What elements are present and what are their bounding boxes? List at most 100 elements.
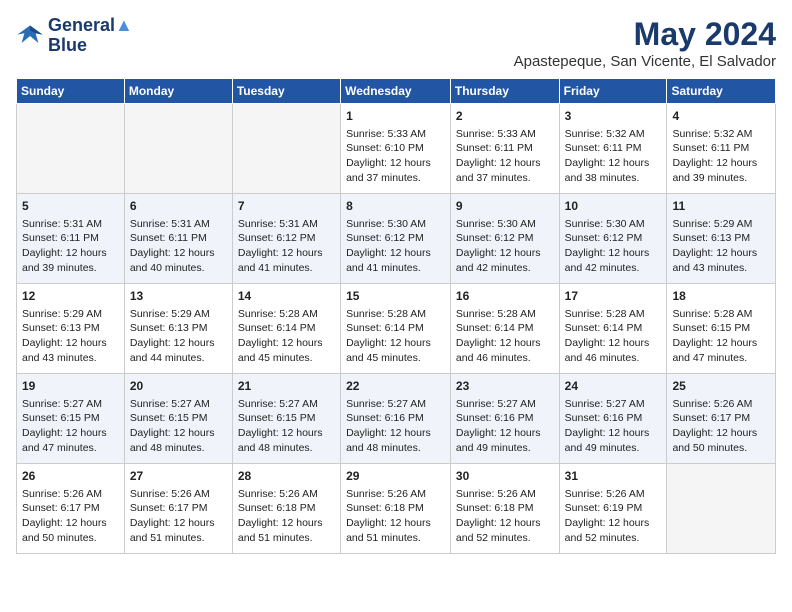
- day-number: 6: [130, 198, 227, 215]
- calendar-cell: 3Sunrise: 5:32 AM Sunset: 6:11 PM Daylig…: [559, 104, 667, 194]
- day-info: Sunrise: 5:31 AM Sunset: 6:11 PM Dayligh…: [130, 217, 227, 276]
- calendar-week-1: 1 Sunrise: 5:33 AM Sunset: 6:10 PM Daylig…: [17, 104, 776, 194]
- day-number: 31: [565, 468, 662, 485]
- calendar-cell: 26 Sunrise: 5:26 AM Sunset: 6:17 PM Dayli…: [17, 464, 125, 554]
- weekday-header-tuesday: Tuesday: [232, 79, 340, 104]
- calendar-cell: 15 Sunrise: 5:28 AM Sunset: 6:14 PM Dayli…: [341, 284, 451, 374]
- day-info: Sunrise: 5:28 AM Sunset: 6:14 PM Dayligh…: [456, 307, 554, 366]
- day-info: Sunrise: 5:29 AM Sunset: 6:13 PM Dayligh…: [672, 217, 770, 276]
- calendar-cell: 23Sunrise: 5:27 AM Sunset: 6:16 PM Dayli…: [450, 374, 559, 464]
- day-info: Sunrise: 5:27 AM Sunset: 6:16 PM Dayligh…: [456, 397, 554, 456]
- month-year: May 2024: [514, 16, 776, 53]
- weekday-header-wednesday: Wednesday: [341, 79, 451, 104]
- calendar-cell: 19 Sunrise: 5:27 AM Sunset: 6:15 PM Dayli…: [17, 374, 125, 464]
- calendar-cell: 28 Sunrise: 5:26 AM Sunset: 6:18 PM Dayli…: [232, 464, 340, 554]
- day-number: 30: [456, 468, 554, 485]
- calendar-cell: 7Sunrise: 5:31 AM Sunset: 6:12 PM Daylig…: [232, 194, 340, 284]
- calendar-cell: 11 Sunrise: 5:29 AM Sunset: 6:13 PM Dayli…: [667, 194, 776, 284]
- day-info: Sunrise: 5:26 AM Sunset: 6:18 PM Dayligh…: [346, 487, 445, 546]
- day-info: Sunrise: 5:27 AM Sunset: 6:15 PM Dayligh…: [238, 397, 335, 456]
- day-info: Sunrise: 5:32 AM Sunset: 6:11 PM Dayligh…: [672, 127, 770, 186]
- logo-icon: [16, 22, 44, 50]
- day-number: 2: [456, 108, 554, 125]
- day-info: Sunrise: 5:27 AM Sunset: 6:15 PM Dayligh…: [22, 397, 119, 456]
- day-number: 13: [130, 288, 227, 305]
- day-info: Sunrise: 5:28 AM Sunset: 6:14 PM Dayligh…: [346, 307, 445, 366]
- day-number: 28: [238, 468, 335, 485]
- day-info: Sunrise: 5:31 AM Sunset: 6:11 PM Dayligh…: [22, 217, 119, 276]
- day-number: 17: [565, 288, 662, 305]
- day-number: 22: [346, 378, 445, 395]
- day-number: 26: [22, 468, 119, 485]
- day-number: 19: [22, 378, 119, 395]
- day-info: Sunrise: 5:28 AM Sunset: 6:14 PM Dayligh…: [565, 307, 662, 366]
- weekday-header-monday: Monday: [124, 79, 232, 104]
- calendar-cell: 13 Sunrise: 5:29 AM Sunset: 6:13 PM Dayli…: [124, 284, 232, 374]
- calendar-cell: 30Sunrise: 5:26 AM Sunset: 6:18 PM Dayli…: [450, 464, 559, 554]
- calendar-cell: 18 Sunrise: 5:28 AM Sunset: 6:15 PM Dayli…: [667, 284, 776, 374]
- calendar-cell: 10 Sunrise: 5:30 AM Sunset: 6:12 PM Dayli…: [559, 194, 667, 284]
- day-info: Sunrise: 5:26 AM Sunset: 6:17 PM Dayligh…: [130, 487, 227, 546]
- calendar-cell: [17, 104, 125, 194]
- day-info: Sunrise: 5:33 AM Sunset: 6:10 PM Dayligh…: [346, 127, 445, 186]
- day-number: 27: [130, 468, 227, 485]
- page-header: General▲ Blue May 2024 Apastepeque, San …: [16, 16, 776, 70]
- calendar-table: SundayMondayTuesdayWednesdayThursdayFrid…: [16, 78, 776, 554]
- calendar-cell: [667, 464, 776, 554]
- day-number: 25: [672, 378, 770, 395]
- calendar-cell: 6 Sunrise: 5:31 AM Sunset: 6:11 PM Daylig…: [124, 194, 232, 284]
- day-info: Sunrise: 5:28 AM Sunset: 6:15 PM Dayligh…: [672, 307, 770, 366]
- day-number: 3: [565, 108, 662, 125]
- day-info: Sunrise: 5:28 AM Sunset: 6:14 PM Dayligh…: [238, 307, 335, 366]
- day-number: 11: [672, 198, 770, 215]
- weekday-header-row: SundayMondayTuesdayWednesdayThursdayFrid…: [17, 79, 776, 104]
- day-info: Sunrise: 5:26 AM Sunset: 6:17 PM Dayligh…: [22, 487, 119, 546]
- day-number: 4: [672, 108, 770, 125]
- day-number: 18: [672, 288, 770, 305]
- day-number: 7: [238, 198, 335, 215]
- calendar-cell: 29 Sunrise: 5:26 AM Sunset: 6:18 PM Dayli…: [341, 464, 451, 554]
- calendar-cell: 2 Sunrise: 5:33 AM Sunset: 6:11 PM Daylig…: [450, 104, 559, 194]
- day-info: Sunrise: 5:30 AM Sunset: 6:12 PM Dayligh…: [565, 217, 662, 276]
- day-number: 21: [238, 378, 335, 395]
- day-number: 8: [346, 198, 445, 215]
- day-number: 20: [130, 378, 227, 395]
- calendar-cell: [124, 104, 232, 194]
- day-number: 29: [346, 468, 445, 485]
- weekday-header-saturday: Saturday: [667, 79, 776, 104]
- calendar-week-4: 19 Sunrise: 5:27 AM Sunset: 6:15 PM Dayli…: [17, 374, 776, 464]
- day-number: 9: [456, 198, 554, 215]
- calendar-cell: 24 Sunrise: 5:27 AM Sunset: 6:16 PM Dayli…: [559, 374, 667, 464]
- day-number: 24: [565, 378, 662, 395]
- location: Apastepeque, San Vicente, El Salvador: [514, 53, 776, 70]
- day-number: 14: [238, 288, 335, 305]
- calendar-cell: [232, 104, 340, 194]
- title-block: May 2024 Apastepeque, San Vicente, El Sa…: [514, 16, 776, 70]
- day-info: Sunrise: 5:27 AM Sunset: 6:16 PM Dayligh…: [346, 397, 445, 456]
- day-info: Sunrise: 5:33 AM Sunset: 6:11 PM Dayligh…: [456, 127, 554, 186]
- calendar-cell: 12Sunrise: 5:29 AM Sunset: 6:13 PM Dayli…: [17, 284, 125, 374]
- calendar-cell: 27 Sunrise: 5:26 AM Sunset: 6:17 PM Dayli…: [124, 464, 232, 554]
- day-number: 10: [565, 198, 662, 215]
- day-info: Sunrise: 5:26 AM Sunset: 6:19 PM Dayligh…: [565, 487, 662, 546]
- weekday-header-friday: Friday: [559, 79, 667, 104]
- calendar-cell: 5 Sunrise: 5:31 AM Sunset: 6:11 PM Daylig…: [17, 194, 125, 284]
- day-info: Sunrise: 5:29 AM Sunset: 6:13 PM Dayligh…: [130, 307, 227, 366]
- day-info: Sunrise: 5:27 AM Sunset: 6:16 PM Dayligh…: [565, 397, 662, 456]
- calendar-week-3: 12Sunrise: 5:29 AM Sunset: 6:13 PM Dayli…: [17, 284, 776, 374]
- day-info: Sunrise: 5:26 AM Sunset: 6:18 PM Dayligh…: [238, 487, 335, 546]
- day-info: Sunrise: 5:30 AM Sunset: 6:12 PM Dayligh…: [346, 217, 445, 276]
- day-info: Sunrise: 5:29 AM Sunset: 6:13 PM Dayligh…: [22, 307, 119, 366]
- day-info: Sunrise: 5:26 AM Sunset: 6:17 PM Dayligh…: [672, 397, 770, 456]
- calendar-week-2: 5 Sunrise: 5:31 AM Sunset: 6:11 PM Daylig…: [17, 194, 776, 284]
- day-number: 1: [346, 108, 445, 125]
- day-number: 5: [22, 198, 119, 215]
- calendar-cell: 25 Sunrise: 5:26 AM Sunset: 6:17 PM Dayli…: [667, 374, 776, 464]
- day-info: Sunrise: 5:27 AM Sunset: 6:15 PM Dayligh…: [130, 397, 227, 456]
- day-info: Sunrise: 5:30 AM Sunset: 6:12 PM Dayligh…: [456, 217, 554, 276]
- calendar-cell: 20 Sunrise: 5:27 AM Sunset: 6:15 PM Dayli…: [124, 374, 232, 464]
- calendar-cell: 31 Sunrise: 5:26 AM Sunset: 6:19 PM Dayli…: [559, 464, 667, 554]
- logo-text: General▲ Blue: [48, 16, 133, 56]
- day-number: 15: [346, 288, 445, 305]
- calendar-cell: 9 Sunrise: 5:30 AM Sunset: 6:12 PM Daylig…: [450, 194, 559, 284]
